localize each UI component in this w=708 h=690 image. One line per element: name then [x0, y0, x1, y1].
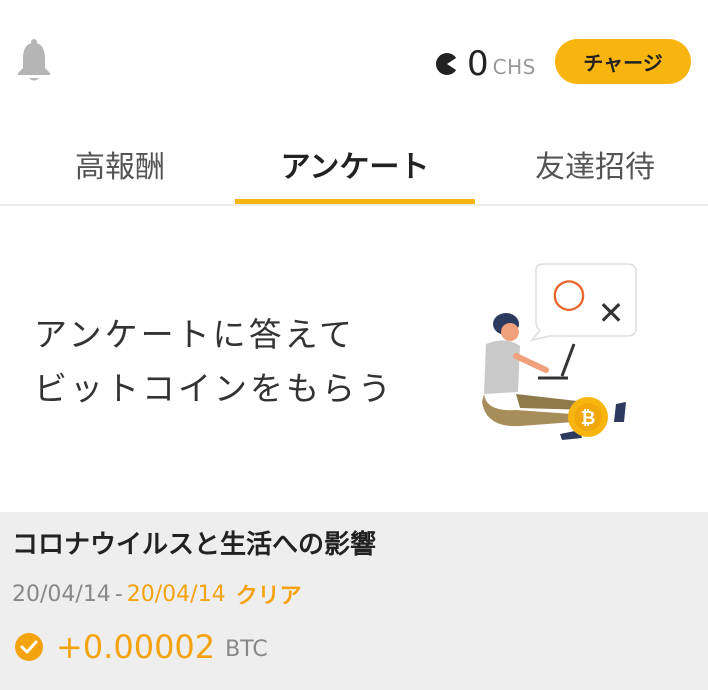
- check-circle-icon: [15, 633, 43, 661]
- banner-text: アンケートに答えて ビットコインをもらう: [34, 308, 394, 416]
- survey-status-badge: クリア: [235, 584, 302, 609]
- active-tab-indicator: [235, 199, 475, 204]
- survey-date-range: 20/04/14 - 20/04/14 クリア: [12, 578, 302, 610]
- survey-title: コロナウイルスと生活への影響: [12, 530, 377, 560]
- balance-value: 0: [467, 44, 489, 84]
- app-header: 0 CHS チャージ: [0, 0, 708, 120]
- svg-text:₿: ₿: [581, 408, 596, 429]
- date-separator: -: [114, 581, 123, 607]
- bell-icon[interactable]: [16, 38, 52, 84]
- balance-unit: CHS: [492, 55, 536, 79]
- survey-end-date: 20/04/14: [126, 581, 226, 607]
- survey-reward: +0.00002 BTC: [14, 628, 268, 666]
- circle-symbol: ○: [552, 270, 587, 316]
- tab-invite-friends[interactable]: 友達招待: [475, 140, 708, 202]
- tab-high-reward[interactable]: 高報酬: [0, 140, 240, 202]
- charge-button[interactable]: チャージ: [555, 39, 691, 84]
- reward-amount: +0.00002: [56, 628, 216, 666]
- survey-start-date: 20/04/14: [12, 581, 111, 607]
- coin-icon: [436, 53, 459, 75]
- tab-bar: 高報酬 アンケート 友達招待: [0, 140, 708, 206]
- banner-line-1: アンケートに答えて: [34, 315, 356, 354]
- reward-unit: BTC: [225, 636, 268, 662]
- balance-display: 0 CHS: [435, 44, 536, 84]
- tab-survey[interactable]: アンケート: [235, 140, 475, 202]
- survey-illustration: ○ ✕ ₿: [482, 263, 637, 440]
- banner-line-2: ビットコインをもらう: [34, 369, 394, 408]
- cross-symbol: ✕: [598, 294, 625, 332]
